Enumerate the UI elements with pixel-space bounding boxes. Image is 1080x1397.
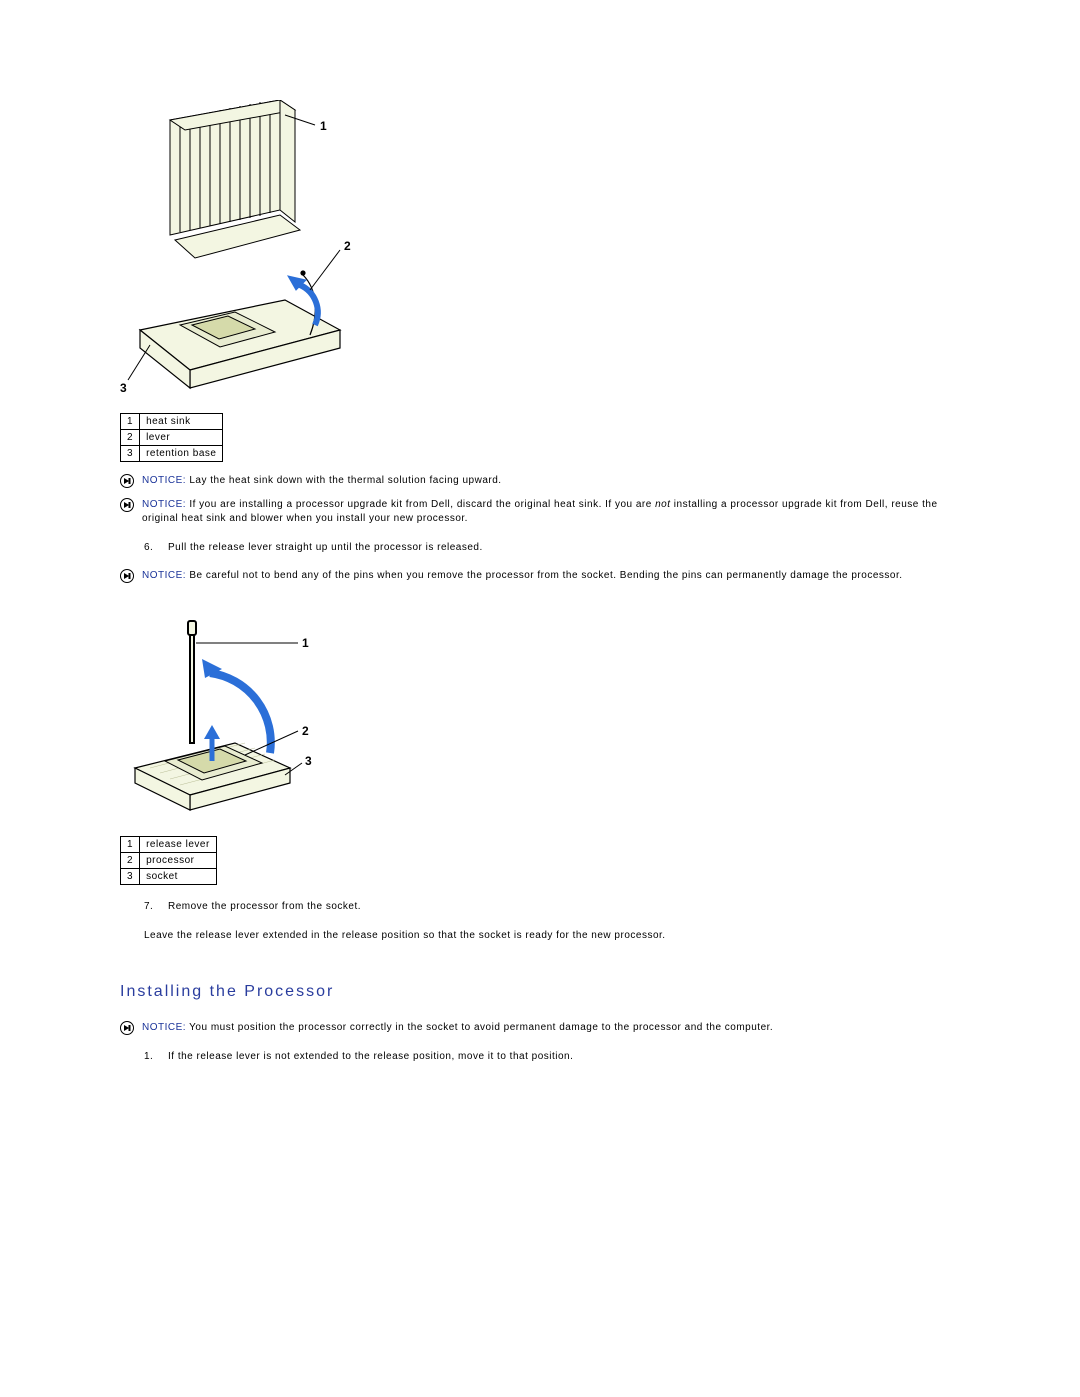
step-text: Remove the processor from the socket. [168,899,960,914]
notice-position-processor: NOTICE: You must position the processor … [120,1021,960,1035]
legend-num: 2 [121,430,140,446]
figure2-legend-table: 1 release lever 2 processor 3 socket [120,836,217,885]
notice-label: NOTICE: [142,499,186,510]
legend-num: 1 [121,414,140,430]
legend-label: socket [140,869,217,885]
legend-num: 3 [121,446,140,462]
figure1-legend-table: 1 heat sink 2 lever 3 retention base [120,413,223,462]
legend-label: retention base [140,446,223,462]
notice-text: Lay the heat sink down with the thermal … [186,475,502,486]
legend-num: 2 [121,853,140,869]
install-step-1: 1. If the release lever is not extended … [144,1049,960,1064]
section-heading-installing-processor: Installing the Processor [120,983,960,1001]
step-number: 6. [144,540,168,555]
notice-text-italic: not [655,499,670,510]
notice-label: NOTICE: [142,570,186,581]
notice-icon [120,569,134,583]
notice-upgrade-kit: NOTICE: If you are installing a processo… [120,498,960,526]
notice-text: Be careful not to bend any of the pins w… [186,570,902,581]
callout-1: 1 [320,119,327,133]
heatsink-diagram: 1 2 3 [120,100,960,403]
legend-label: heat sink [140,414,223,430]
legend-label: lever [140,430,223,446]
callout-3: 3 [120,381,127,395]
callout-1: 1 [302,636,309,650]
legend-label: release lever [140,837,217,853]
callout-2: 2 [302,724,309,738]
notice-icon [120,1021,134,1035]
step-number: 7. [144,899,168,914]
notice-bend-pins: NOTICE: Be careful not to bend any of th… [120,569,960,583]
step-7: 7. Remove the processor from the socket. [144,899,960,914]
notice-icon [120,498,134,512]
legend-num: 3 [121,869,140,885]
notice-label: NOTICE: [142,475,186,486]
notice-label: NOTICE: [142,1022,186,1033]
notice-text-before: If you are installing a processor upgrad… [186,499,655,510]
callout-2: 2 [344,239,351,253]
notice-text: You must position the processor correctl… [186,1022,773,1033]
callout-3: 3 [305,754,312,768]
step-text: Pull the release lever straight up until… [168,540,960,555]
paragraph-release-lever: Leave the release lever extended in the … [144,928,960,943]
step-6: 6. Pull the release lever straight up un… [144,540,960,555]
legend-num: 1 [121,837,140,853]
notice-icon [120,474,134,488]
notice-heatsink-orientation: NOTICE: Lay the heat sink down with the … [120,474,960,488]
step-number: 1. [144,1049,168,1064]
socket-diagram: 1 2 3 [120,603,960,826]
step-text: If the release lever is not extended to … [168,1049,960,1064]
legend-label: processor [140,853,217,869]
